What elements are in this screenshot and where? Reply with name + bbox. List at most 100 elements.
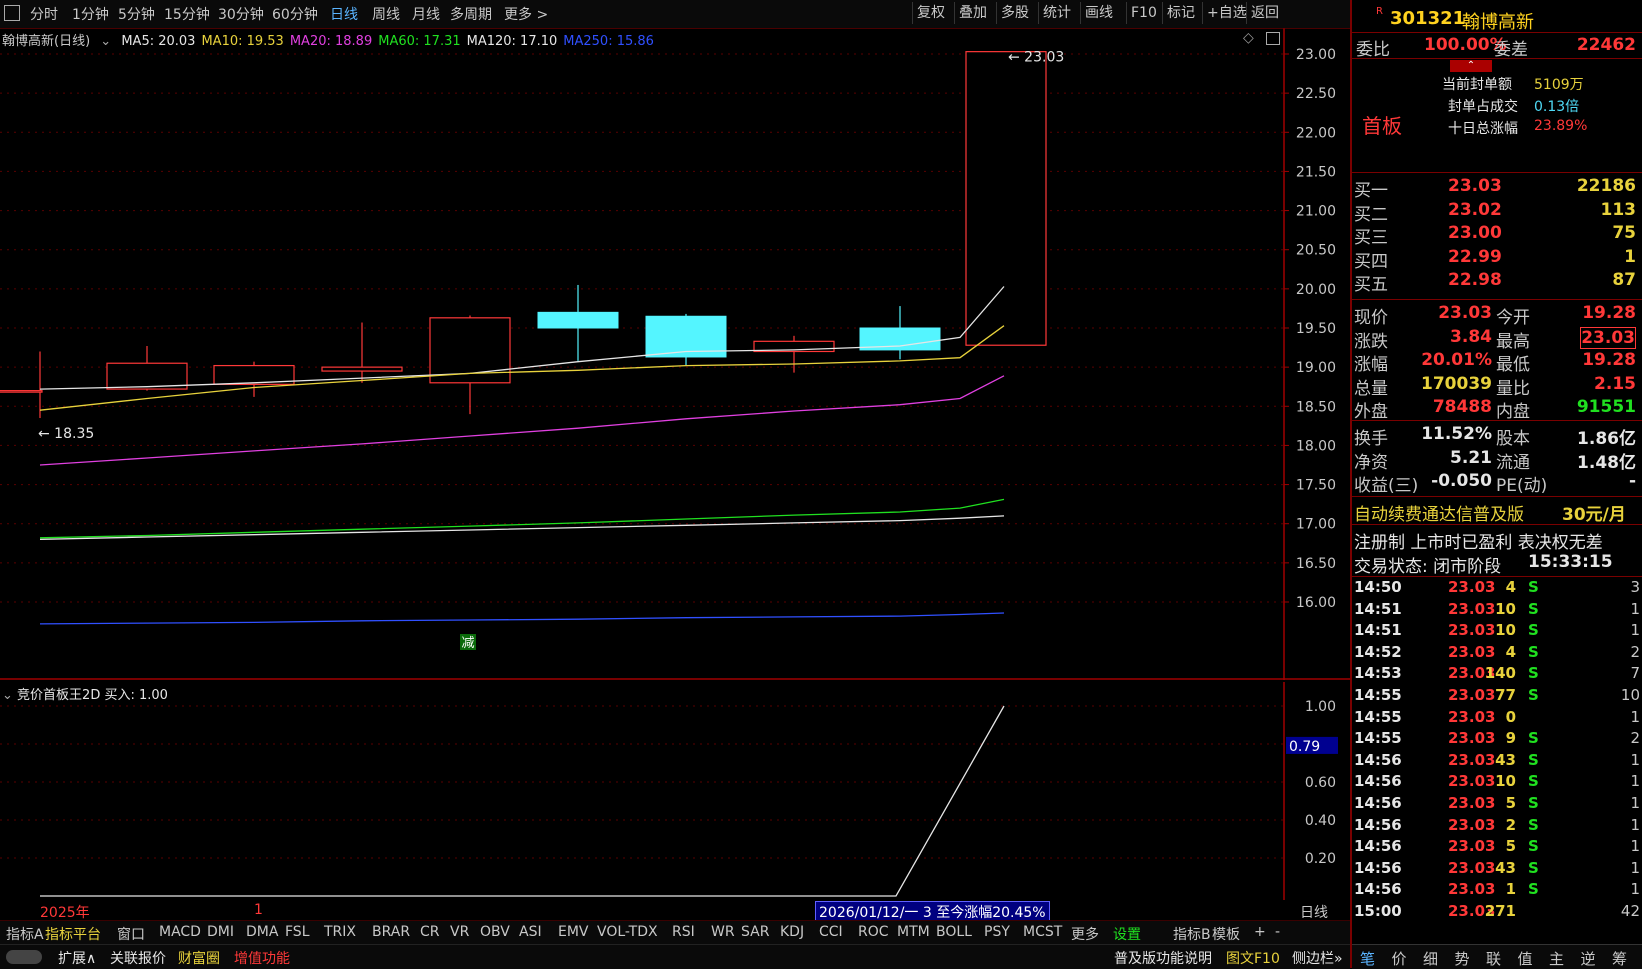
indicator-tab-20[interactable]: ROC: [858, 924, 889, 940]
quote-tab-4[interactable]: 联: [1486, 948, 1501, 969]
toolbar-button-4[interactable]: 画线: [1080, 2, 1117, 24]
candle[interactable]: [859, 306, 941, 360]
window-menu-icon[interactable]: [4, 5, 20, 21]
indicator-tab-26[interactable]: 设置: [1113, 924, 1141, 944]
sidebar-button[interactable]: 侧边栏»: [1292, 948, 1343, 968]
indicator-tab-10[interactable]: VR: [450, 924, 469, 940]
indicator-tab-12[interactable]: ASI: [519, 924, 542, 940]
toolbar-button-8[interactable]: 返回: [1246, 2, 1283, 24]
quote-tab-8[interactable]: 筹: [1612, 948, 1627, 969]
candle[interactable]: [106, 346, 188, 391]
indicator-tab-5[interactable]: DMA: [246, 924, 278, 940]
period-tab-10[interactable]: 更多 >: [504, 4, 548, 24]
candle[interactable]: [753, 335, 835, 373]
expand-button[interactable]: 扩展∧: [58, 948, 96, 968]
indicator-tab-4[interactable]: DMI: [207, 924, 234, 940]
indicator-tab-8[interactable]: BRAR: [372, 924, 410, 940]
period-tab-5[interactable]: 60分钟: [272, 4, 318, 24]
quote-tab-1[interactable]: 价: [1392, 948, 1407, 969]
candle-body: [321, 366, 403, 372]
candle[interactable]: [537, 284, 619, 361]
trade-row: 14:56 23.03 43 S 1: [1354, 750, 1640, 769]
quote-tab-6[interactable]: 主: [1549, 948, 1564, 969]
indicator-collapse-icon[interactable]: ⌄: [2, 688, 13, 703]
period-tab-6[interactable]: 日线: [330, 4, 358, 24]
candle[interactable]: [321, 322, 403, 383]
bid-row[interactable]: 买二 23.02 113: [1352, 200, 1642, 225]
toolbar-button-0[interactable]: 复权: [912, 2, 949, 24]
toolbar-button-6[interactable]: 标记: [1162, 2, 1199, 24]
f10-button[interactable]: 图文F10: [1226, 948, 1280, 968]
y-tick-label: 18.00: [1296, 438, 1336, 454]
candle[interactable]: [213, 361, 295, 397]
quote-panel: R 301321 翰博高新 委比 100.00% 委差 22462 ⌃ 首板 当…: [1350, 0, 1642, 969]
toolbar-button-3[interactable]: 统计: [1038, 2, 1075, 24]
period-tab-9[interactable]: 多周期: [450, 4, 492, 24]
toolbar-button-5[interactable]: F10: [1126, 2, 1161, 24]
related-quote-button[interactable]: 关联报价: [110, 948, 166, 968]
toggle-switch[interactable]: [6, 950, 42, 964]
quote-tab-7[interactable]: 逆: [1581, 948, 1596, 969]
indicator-tab-21[interactable]: MTM: [897, 924, 930, 940]
candle[interactable]: [0, 351, 43, 419]
indicator-tab-13[interactable]: EMV: [558, 924, 589, 940]
indicator-tab-0[interactable]: 指标A: [6, 924, 44, 944]
indicator-tab-18[interactable]: KDJ: [780, 924, 804, 940]
toolbar-button-1[interactable]: 叠加: [954, 2, 991, 24]
candle[interactable]: [645, 313, 727, 366]
bid-row[interactable]: 买一 23.03 22186: [1352, 176, 1642, 201]
ma-line-ma60: [39, 498, 1005, 539]
indicator-tab-2[interactable]: 窗口: [117, 924, 145, 944]
wealth-circle-button[interactable]: 财富圈: [178, 948, 220, 968]
y-tick-label: 20.00: [1296, 282, 1336, 298]
indicator-tab-24[interactable]: MCST: [1023, 924, 1062, 940]
indicator-tab-14[interactable]: VOL-TDX: [597, 924, 658, 940]
quote-tab-3[interactable]: 势: [1455, 948, 1470, 969]
indicator-tab-22[interactable]: BOLL: [936, 924, 972, 940]
promo-row[interactable]: 自动续费通达信普及版 30元/月: [1352, 500, 1642, 525]
toolbar-button-2[interactable]: 多股: [996, 2, 1033, 24]
indicator-tab-7[interactable]: TRIX: [324, 924, 356, 940]
indicator-tab-16[interactable]: WR: [711, 924, 735, 940]
period-tab-2[interactable]: 5分钟: [118, 4, 155, 24]
help-button[interactable]: 普及版功能说明: [1114, 948, 1212, 968]
indicator-tab-11[interactable]: OBV: [480, 924, 510, 940]
indicator-tab-1[interactable]: 指标平台: [45, 924, 101, 944]
price-chart[interactable]: 23.00 22.50 22.00 21.50 21.00 20.50 20.00 19.50…: [0, 28, 1350, 680]
indicator-tab-15[interactable]: RSI: [672, 924, 695, 940]
candle[interactable]: [429, 315, 511, 415]
y-tick-label: 17.50: [1296, 478, 1336, 494]
period-tab-7[interactable]: 周线: [372, 4, 400, 24]
indicator-tab-25[interactable]: 更多: [1071, 924, 1099, 944]
bid-row[interactable]: 买四 22.99 1: [1352, 247, 1642, 272]
period-tab-3[interactable]: 15分钟: [164, 4, 210, 24]
indicator-tab-23[interactable]: PSY: [984, 924, 1010, 940]
weibi-row: 委比 100.00% 委差 22462: [1356, 35, 1636, 60]
quote-tabs: 笔价细势联值主逆筹: [1352, 944, 1642, 969]
indicator-tab-27[interactable]: 指标B: [1173, 924, 1211, 944]
indicator-tab-17[interactable]: SAR: [741, 924, 769, 940]
period-tab-8[interactable]: 月线: [412, 4, 440, 24]
period-tab-0[interactable]: 分时: [30, 4, 58, 24]
quote-tab-5[interactable]: 值: [1518, 948, 1533, 969]
indicator-chart[interactable]: 1.000.800.600.400.200.79: [0, 682, 1350, 900]
period-tab-1[interactable]: 1分钟: [72, 4, 109, 24]
indicator-tab-3[interactable]: MACD: [159, 924, 201, 940]
toolbar-button-7[interactable]: +自选: [1202, 2, 1251, 24]
quote-tab-2[interactable]: 细: [1423, 948, 1438, 969]
fund-row: 换手 11.52% 股本 1.86亿: [1354, 424, 1636, 449]
indicator-tab-30[interactable]: -: [1275, 924, 1280, 940]
candle[interactable]: [965, 51, 1047, 346]
expand-arrow-icon[interactable]: ⌃: [1450, 60, 1492, 72]
value-added-button[interactable]: 增值功能: [234, 948, 290, 968]
indicator-tab-29[interactable]: +: [1254, 924, 1266, 940]
bid-row[interactable]: 买三 23.00 75: [1352, 223, 1642, 248]
indicator-tab-19[interactable]: CCI: [819, 924, 843, 940]
quote-tab-0[interactable]: 笔: [1360, 948, 1375, 969]
stock-code: 301321: [1390, 8, 1466, 29]
indicator-tab-9[interactable]: CR: [420, 924, 440, 940]
period-tab-4[interactable]: 30分钟: [218, 4, 264, 24]
indicator-tab-6[interactable]: FSL: [285, 924, 310, 940]
bid-row[interactable]: 买五 22.98 87: [1352, 270, 1642, 295]
indicator-tab-28[interactable]: 模板: [1212, 924, 1240, 944]
